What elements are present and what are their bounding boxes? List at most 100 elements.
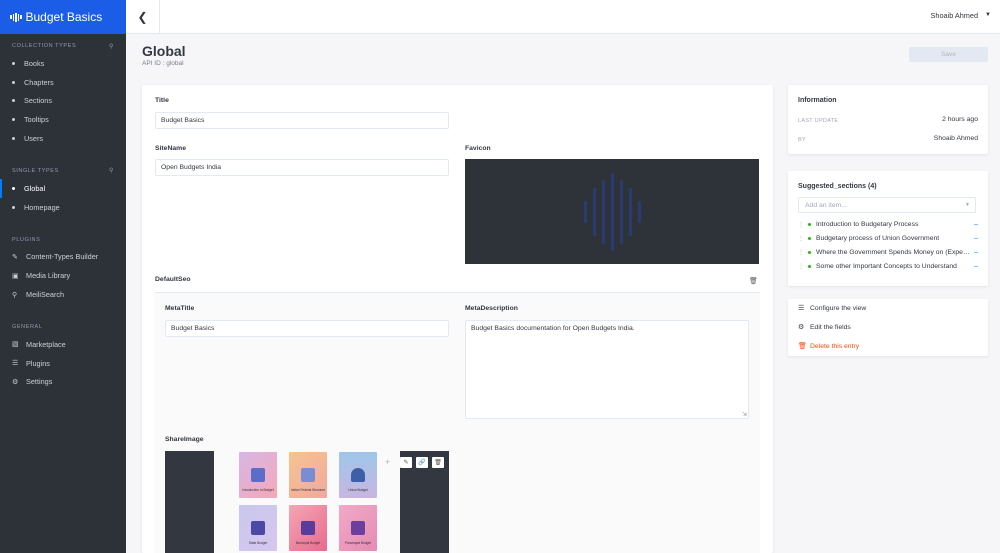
sidebar-item-tooltips[interactable]: Tooltips [0,110,126,129]
sidebar-item-label: Books [24,58,45,68]
page-title: Global [142,43,186,59]
favicon-label: Favicon [465,145,491,152]
sidebar-item-label: Settings [26,377,53,387]
shopping-basket-icon: ▧ [12,341,19,349]
favicon-bar [592,187,596,236]
suggested-item[interactable]: ⋮ Introduction to Budgetary Process – [798,217,978,231]
add-image-icon[interactable]: + [385,457,390,467]
drag-handle-icon[interactable]: ⋮ [798,263,804,270]
sidebar-item-homepage[interactable]: Homepage [0,198,126,217]
drag-handle-icon[interactable]: ⋮ [798,221,804,228]
favicon-bar [583,200,587,223]
link-icon[interactable]: 🔗 [416,457,428,468]
sidebar-item-sections[interactable]: Sections [0,92,126,111]
sidebar-item-label: MeiliSearch [26,290,65,300]
bullet-icon [12,186,15,190]
top-bar: ❮ Shoaib Ahmed ▼ [126,0,1000,34]
drag-handle-icon[interactable]: ⋮ [798,235,804,242]
suggested-item-label: Budgetary process of Union Government [816,234,940,242]
brand-header[interactable]: Budget Basics [0,0,126,34]
suggested-sections-title: Suggested_sections (4) [798,183,877,190]
title-input[interactable]: Budget Basics [155,112,449,129]
thumb-union: Union Budget [339,452,377,498]
sidebar-item-label: Homepage [24,202,60,212]
sidebar-item-users[interactable]: Users [0,129,126,148]
bullet-icon [12,137,15,141]
remove-icon[interactable]: – [974,263,978,270]
sidebar-item-label: Sections [24,96,52,106]
suggested-item[interactable]: ⋮ Where the Government Spends Money on (… [798,245,978,259]
last-update-value: 2 hours ago [942,116,978,123]
sidebar-item-content-types-builder[interactable]: ✎ Content-Types Builder [0,248,126,267]
remove-icon[interactable]: – [974,235,978,242]
suggested-item[interactable]: ⋮ Some other Important Concepts to Under… [798,259,978,273]
bullet-icon [12,205,15,209]
edit-image-icon[interactable]: ✎ [400,457,412,468]
gear-icon: ⚙ [12,378,19,386]
favicon-preview[interactable] [465,159,759,264]
sidebar-item-meilisearch[interactable]: ⚲ MeiliSearch [0,285,126,304]
sidebar-item-label: Plugins [26,358,50,368]
sidebar-item-chapters[interactable]: Chapters [0,73,126,92]
trash-icon[interactable]: 🗑 [432,457,444,468]
search-icon[interactable]: ⚲ [109,167,114,174]
sidebar-item-settings[interactable]: ⚙ Settings [0,373,126,392]
remove-icon[interactable]: – [974,249,978,256]
brand-title: Budget Basics [25,10,103,24]
caret-down-icon[interactable]: ▼ [985,12,991,18]
back-button[interactable]: ❮ [126,0,160,34]
sidebar-item-label: Chapters [24,77,54,87]
save-button[interactable]: Save [909,47,988,62]
metadescription-textarea[interactable]: Budget Basics documentation for Open Bud… [465,320,749,419]
plugins-title: PLUGINS [12,236,41,243]
add-item-select[interactable]: Add an item... ▼ [798,197,976,213]
pencil-icon: ✎ [12,253,18,261]
configure-view-label: Configure the view [810,304,867,312]
building-icon [301,468,315,483]
list-icon: ☰ [12,360,19,368]
trash-icon: 🗑 [798,343,807,350]
search-icon: ⚲ [12,291,18,299]
single-types-heading: SINGLE TYPES ⚲ [0,165,126,177]
information-title: Information [798,97,837,104]
favicon-bar [619,179,623,244]
configure-view-link[interactable]: ☰ Configure the view [798,304,867,313]
remove-icon[interactable]: – [974,221,978,228]
title-label: Title [155,97,169,104]
shareimage-label: ShareImage [165,436,204,443]
sitename-input[interactable]: Open Budgets India [155,159,449,176]
gear-icon: ⚙ [798,324,805,331]
suggested-item[interactable]: ⋮ Budgetary process of Union Government … [798,231,978,245]
by-value: Shoaib Ahmed [933,135,978,142]
sidebar-item-plugins[interactable]: ☰ Plugins [0,354,126,373]
trash-icon[interactable]: 🗑 [749,277,758,285]
sidebar-item-label: Global [24,183,46,193]
user-menu[interactable]: Shoaib Ahmed [931,11,978,20]
document-icon [251,468,265,483]
sidebar-item-marketplace[interactable]: ▧ Marketplace [0,335,126,354]
collection-types-title: COLLECTION TYPES [12,43,77,49]
sidebar-item-global[interactable]: Global [0,178,126,198]
image-icon: ▣ [12,272,19,280]
metatitle-input[interactable]: Budget Basics [165,320,449,337]
sidebar-item-books[interactable]: Books [0,54,126,73]
metadescription-label: MetaDescription [465,305,518,312]
bullet-icon [12,80,15,84]
sidebar-item-label: Tooltips [24,115,49,125]
delete-entry-link[interactable]: 🗑 Delete this entry [798,342,860,351]
drag-handle-icon[interactable]: ⋮ [798,249,804,256]
edit-fields-link[interactable]: ⚙ Edit the fields [798,323,851,332]
thumb-introduction: Introduction to Budget [239,452,277,498]
thumb-caption: Panchayat Budget [344,541,372,546]
resize-handle-icon[interactable]: ⇲ [742,411,747,418]
last-update-label: LAST UPDATE [798,118,839,124]
bullet-icon [12,118,15,122]
sidebar-item-label: Marketplace [26,339,66,349]
sidebar-item-media-library[interactable]: ▣ Media Library [0,266,126,285]
delete-entry-label: Delete this entry [810,342,860,350]
search-icon[interactable]: ⚲ [109,43,114,50]
sidebar-item-label: Content-Types Builder [26,252,99,262]
status-dot [808,264,811,268]
api-id: API ID : global [142,60,184,67]
metadescription-text: Budget Basics documentation for Open Bud… [471,325,635,332]
